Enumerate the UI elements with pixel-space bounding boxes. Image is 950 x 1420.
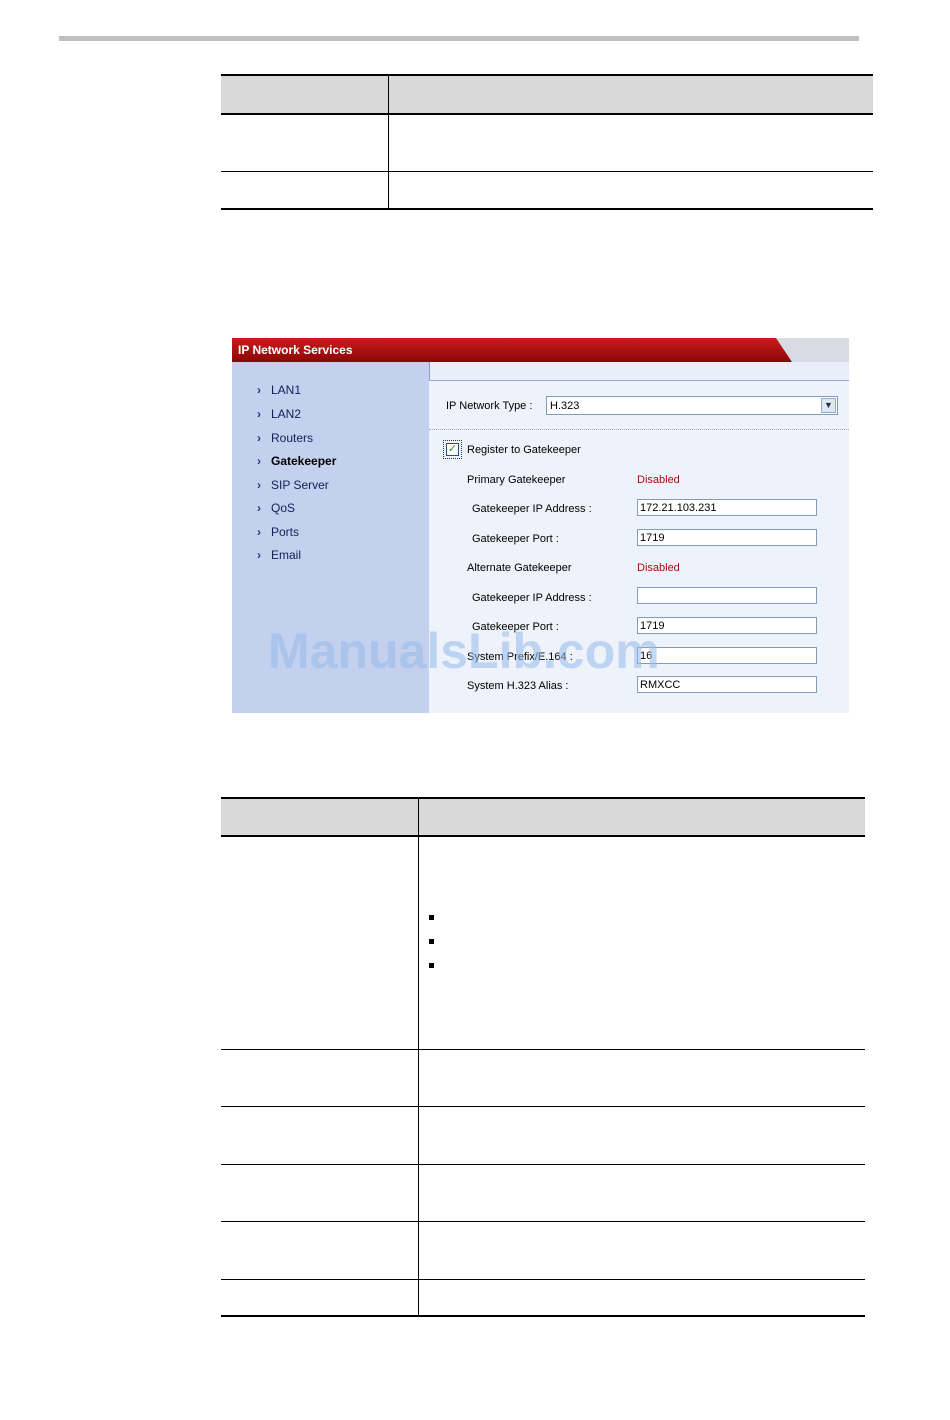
table-row: [221, 1105, 419, 1165]
table-row: [417, 835, 866, 1050]
alternate-gatekeeper-label: Alternate Gatekeeper: [467, 562, 572, 574]
table-row: [221, 1220, 419, 1280]
table-row: [387, 113, 873, 172]
list-item: [428, 954, 866, 978]
primary-gatekeeper-status: Disabled: [637, 474, 680, 486]
system-alias-label: System H.323 Alias :: [467, 680, 569, 692]
table-row: [417, 1220, 865, 1280]
sidebar-item-label: Ports: [271, 525, 300, 539]
alternate-ip-label: Gatekeeper IP Address :: [472, 592, 592, 604]
primary-gatekeeper-label: Primary Gatekeeper: [467, 474, 566, 486]
sidebar-item-label: QoS: [271, 501, 296, 515]
table-row: [417, 1048, 865, 1107]
sidebar-item-label: Gatekeeper: [271, 454, 337, 468]
table-row: [387, 170, 873, 210]
table-row: [221, 1163, 419, 1222]
sidebar-item-label: LAN1: [271, 383, 302, 397]
gatekeeper-ip-field[interactable]: 172.21.103.231: [637, 499, 817, 516]
network-type-select[interactable]: H.323 ▼: [546, 396, 838, 415]
chevron-right-icon: ›: [257, 383, 261, 397]
system-prefix-field[interactable]: 16: [637, 647, 817, 664]
sidebar-item-qos[interactable]: › QoS: [257, 501, 295, 519]
checkmark-icon: ✓: [447, 443, 458, 455]
table-2: [221, 797, 865, 1317]
sidebar-item-lan1[interactable]: › LAN1: [257, 383, 301, 401]
table-row: [417, 1163, 865, 1222]
chevron-right-icon: ›: [257, 454, 261, 468]
network-type-value: H.323: [550, 400, 580, 412]
table-row: [221, 113, 389, 172]
table-row: [221, 835, 419, 1050]
table-row: [221, 170, 389, 210]
table-2-header-cell: [221, 797, 419, 837]
divider: [429, 429, 849, 430]
page-top-rule: [59, 36, 859, 41]
chevron-down-icon[interactable]: ▼: [821, 398, 836, 413]
list-item: [428, 930, 866, 954]
sidebar-item-label: Email: [271, 548, 302, 562]
chevron-right-icon: ›: [257, 407, 261, 421]
gatekeeper-port-field[interactable]: 1719: [637, 529, 817, 546]
sidebar-item-email[interactable]: › Email: [257, 548, 301, 566]
chevron-right-icon: ›: [257, 548, 261, 562]
register-gatekeeper-checkbox[interactable]: ✓: [446, 443, 459, 456]
table-row: [221, 1278, 419, 1317]
bullet-list: [419, 906, 866, 978]
sidebar-item-label: SIP Server: [271, 478, 329, 492]
alternate-gatekeeper-status: Disabled: [637, 562, 680, 574]
sidebar-item-lan2[interactable]: › LAN2: [257, 407, 301, 425]
table-1: [221, 74, 873, 210]
network-type-label: IP Network Type :: [446, 400, 533, 412]
dialog-title: IP Network Services: [238, 343, 353, 357]
dialog-header: IP Network Services: [232, 338, 849, 362]
system-alias-field[interactable]: RMXCC: [637, 676, 817, 693]
sidebar-item-label: Routers: [271, 431, 314, 445]
gatekeeper-port-label: Gatekeeper Port :: [472, 533, 559, 545]
sidebar-item-gatekeeper[interactable]: › Gatekeeper: [257, 454, 336, 472]
alternate-port-field[interactable]: 1719: [637, 617, 817, 634]
table-2-header-cell: [417, 797, 865, 837]
sidebar-item-sip-server[interactable]: › SIP Server: [257, 478, 329, 496]
chevron-right-icon: ›: [257, 478, 261, 492]
sidebar-item-ports[interactable]: › Ports: [257, 525, 299, 543]
list-item: [428, 906, 866, 930]
table-1-header-cell: [221, 74, 389, 115]
chevron-right-icon: ›: [257, 525, 261, 539]
chevron-right-icon: ›: [257, 431, 261, 445]
table-row: [221, 1048, 419, 1107]
dialog-title-tab: [752, 338, 792, 362]
gatekeeper-ip-label: Gatekeeper IP Address :: [472, 503, 592, 515]
table-1-header-cell: [387, 74, 873, 115]
register-gatekeeper-label: Register to Gatekeeper: [467, 444, 581, 456]
alternate-ip-field[interactable]: [637, 587, 817, 604]
watermark: ManualsLib.com: [268, 623, 660, 679]
sidebar-item-routers[interactable]: › Routers: [257, 431, 313, 449]
chevron-right-icon: ›: [257, 501, 261, 515]
table-row: [417, 1278, 865, 1317]
sidebar-item-label: LAN2: [271, 407, 302, 421]
table-row: [417, 1105, 865, 1165]
